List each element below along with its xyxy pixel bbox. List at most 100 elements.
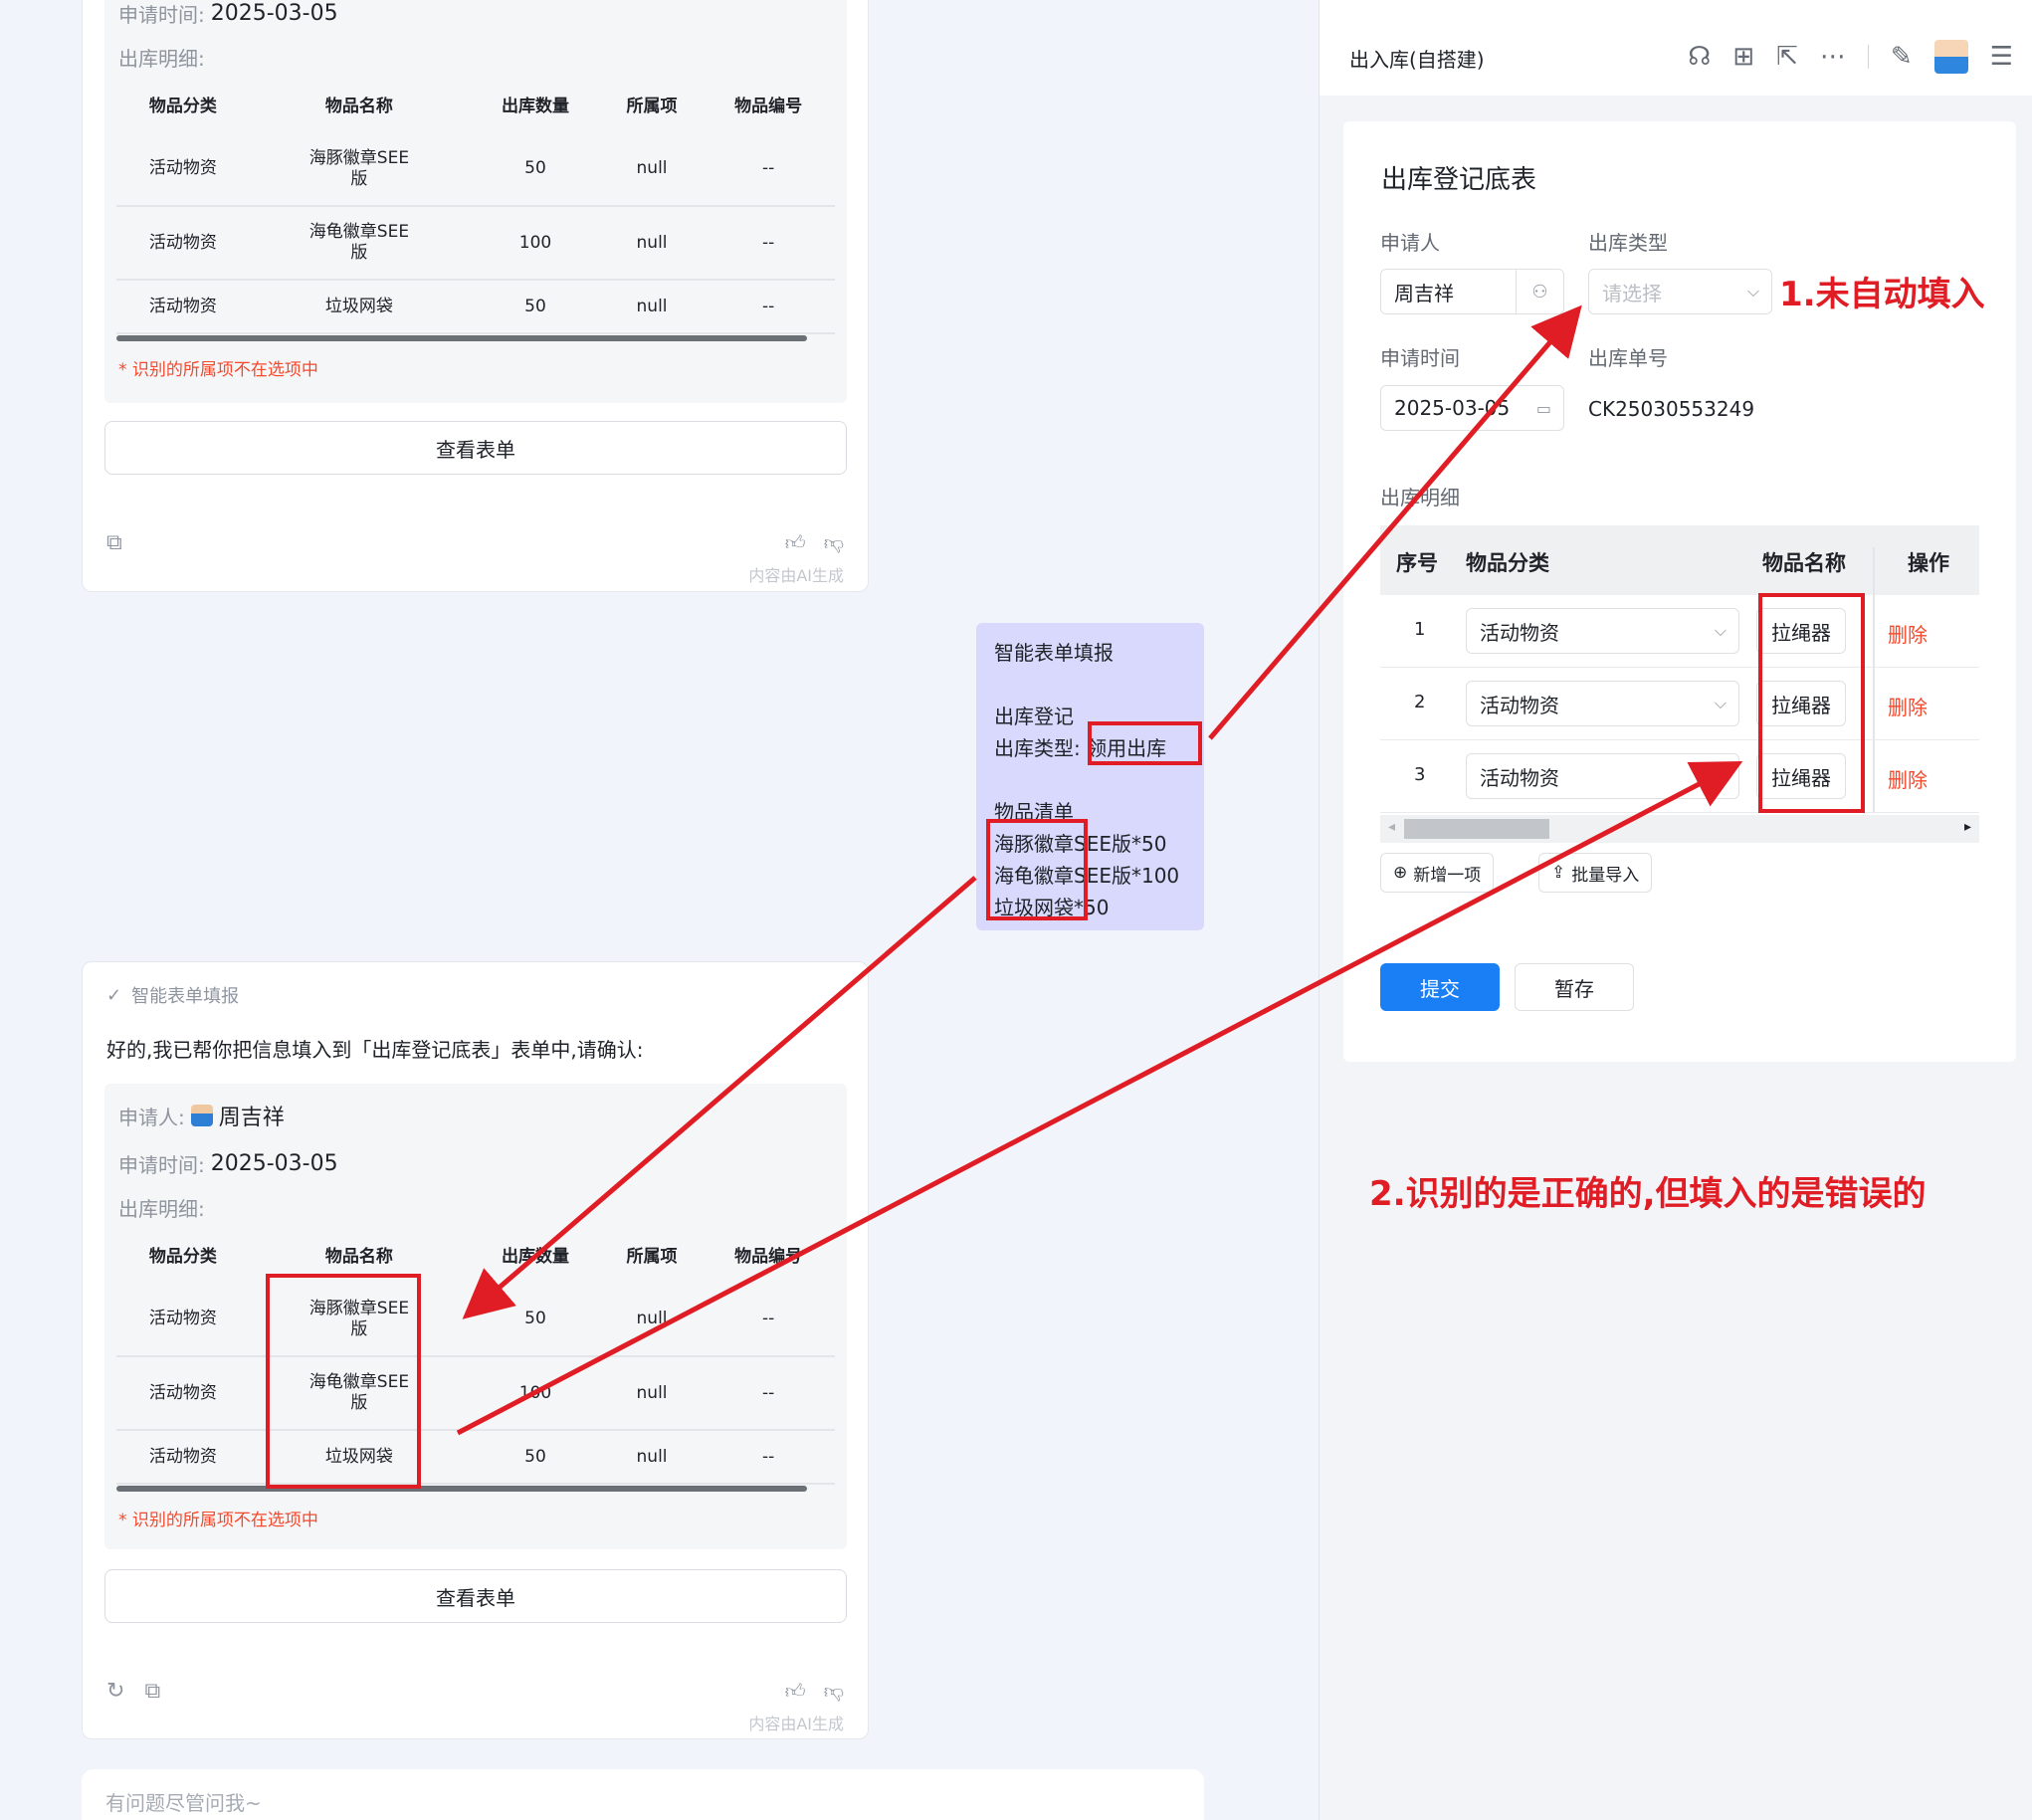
order-label: 出库单号 — [1588, 346, 1668, 370]
column-header: 出库数量 — [501, 1246, 569, 1267]
table-scrollbar[interactable] — [116, 1486, 807, 1492]
column-header: 物品编号 — [734, 1246, 803, 1267]
chat-area: 申请时间: 2025-03-05 出库明细: 物品分类 物品名称 出库数量 所属… — [0, 0, 1319, 1820]
form-title: 出库登记底表 — [1381, 165, 1537, 195]
table-row: 活动物资 垃圾网袋 50 null -- — [116, 1430, 835, 1485]
annotation-note-1: 1.未自动填入 — [1779, 275, 1985, 314]
ai-generated-note: 内容由AI生成 — [748, 566, 844, 585]
scroll-left-icon[interactable]: ◂ — [1388, 819, 1395, 835]
save-draft-button[interactable]: 暂存 — [1515, 963, 1634, 1011]
grid-scrollbar[interactable]: ◂ ▸ — [1380, 815, 1979, 843]
apps-icon[interactable]: ⊞ — [1732, 42, 1754, 72]
chat-input[interactable] — [105, 1791, 1101, 1815]
table-cell: 活动物资 — [116, 1283, 250, 1357]
apply-time-label: 申请时间: — [118, 3, 205, 27]
column-header: 物品名称 — [324, 96, 393, 116]
column-header: 所属项 — [626, 96, 678, 116]
table-cell: 海豚徽章SEE版 — [249, 132, 470, 207]
applicant-label: 申请人: — [118, 1105, 185, 1129]
table-cell: null — [601, 132, 703, 207]
detail-label: 出库明细: — [118, 1197, 205, 1221]
form-summary-box: 申请人: 周吉祥 申请时间: 2025-03-05 出库明细: 物品分类 物品名… — [104, 1084, 847, 1549]
table-row: 活动物资 海豚徽章SEE版 50 null -- — [116, 1283, 835, 1357]
detail-table: 物品分类 物品名称 出库数量 所属项 物品编号 活动物资 海豚徽章SEE版 50… — [116, 75, 835, 334]
row-index: 1 — [1414, 619, 1426, 640]
column-header: 所属项 — [626, 1246, 678, 1267]
copy-icon[interactable]: ⧉ — [144, 1679, 160, 1704]
ai-message-text: 好的,我已帮你把信息填入到「出库登记底表」表单中,请确认: — [106, 1038, 644, 1062]
user-picker-icon[interactable]: ⚇ — [1516, 270, 1563, 313]
applicant-value: 周吉祥 — [218, 1106, 285, 1130]
menu-icon[interactable]: ☰ — [1990, 42, 2013, 72]
date-field[interactable]: 2025-03-05 ▭ — [1380, 385, 1564, 431]
thumbs-up-icon[interactable]: 👍︎ — [785, 530, 806, 555]
scroll-right-icon[interactable]: ▸ — [1964, 819, 1971, 835]
more-icon[interactable]: ⋯ — [1820, 42, 1846, 72]
form-edit-icon[interactable]: ✎ — [1891, 42, 1913, 72]
view-form-button[interactable]: 查看表单 — [104, 421, 847, 475]
delete-row-link[interactable]: 删除 — [1888, 619, 1928, 648]
chevron-down-icon: ⌵ — [1714, 694, 1727, 712]
table-cell: -- — [702, 132, 835, 207]
table-cell: 50 — [469, 132, 602, 207]
table-cell: 垃圾网袋 — [249, 280, 470, 334]
applicant-label: 申请人 — [1380, 231, 1440, 255]
ai-generated-note: 内容由AI生成 — [748, 1715, 844, 1733]
table-cell: -- — [702, 206, 835, 281]
table-cell: 活动物资 — [116, 280, 250, 334]
apply-time-value: 2025-03-05 — [210, 1151, 338, 1176]
thumbs-up-icon[interactable]: 👍︎ — [785, 1679, 806, 1704]
divider — [1867, 45, 1869, 69]
add-item-button[interactable]: ⊕ 新增一项 — [1380, 853, 1495, 893]
plus-circle-icon: ⊕ — [1393, 863, 1408, 883]
scroll-thumb[interactable] — [1404, 819, 1549, 839]
table-row: 活动物资 海龟徽章SEE版 100 null -- — [116, 206, 835, 281]
upload-icon: ⇪ — [1551, 863, 1566, 883]
applicant-field[interactable]: 周吉祥 ⚇ — [1380, 269, 1564, 314]
delete-row-link[interactable]: 删除 — [1888, 692, 1928, 720]
column-header: 物品分类 — [1466, 551, 1549, 575]
feedback-actions: 👍︎ 👎︎ — [785, 1679, 844, 1704]
grid-row: 1 活动物资 ⌵ 拉绳器 删除 — [1380, 595, 1979, 668]
table-cell: 100 — [469, 1356, 602, 1431]
warning-text: * 识别的所属项不在选项中 — [118, 360, 318, 380]
table-cell: null — [601, 1356, 703, 1431]
apply-time-value: 2025-03-05 — [210, 1, 338, 26]
chevron-down-icon: ⌵ — [1714, 621, 1727, 640]
type-placeholder: 请选择 — [1602, 281, 1662, 305]
batch-import-button[interactable]: ⇪ 批量导入 — [1538, 853, 1653, 893]
date-value: 2025-03-05 — [1394, 396, 1511, 420]
chat-input-box — [82, 1769, 1204, 1820]
headset-icon[interactable]: ☊ — [1688, 42, 1711, 72]
table-cell: null — [601, 280, 703, 334]
copy-icon[interactable]: ⧉ — [106, 530, 122, 555]
applicant-row: 申请人: 周吉祥 — [118, 1100, 285, 1131]
submit-button[interactable]: 提交 — [1380, 963, 1500, 1011]
delete-row-link[interactable]: 删除 — [1888, 764, 1928, 793]
annotation-box-type — [1088, 721, 1202, 765]
ai-response-card: ✓ 智能表单填报 好的,我已帮你把信息填入到「出库登记底表」表单中,请确认: 申… — [82, 961, 869, 1739]
type-select[interactable]: 请选择 ⌵ — [1588, 269, 1772, 314]
detail-grid: 序号 物品分类 物品名称 操作 1 活动物资 ⌵ 拉绳器 删除 2 活动物资 ⌵ 拉… — [1380, 525, 1979, 843]
table-scrollbar[interactable] — [116, 335, 807, 341]
category-select[interactable]: 活动物资 ⌵ — [1466, 681, 1739, 726]
apply-time-row: 申请时间: 2025-03-05 — [118, 1149, 338, 1178]
apply-time-row: 申请时间: 2025-03-05 — [118, 0, 338, 28]
apply-time-label: 申请时间: — [118, 1153, 205, 1177]
thumbs-down-icon[interactable]: 👎︎ — [824, 1679, 844, 1704]
annotation-box-names — [266, 1274, 421, 1489]
column-divider — [1873, 740, 1875, 812]
category-select[interactable]: 活动物资 — [1466, 753, 1739, 799]
column-divider — [1873, 595, 1875, 667]
avatar — [190, 1105, 213, 1126]
view-form-button[interactable]: 查看表单 — [104, 1569, 847, 1623]
open-external-icon[interactable]: ⇱ — [1776, 42, 1798, 72]
category-select[interactable]: 活动物资 ⌵ — [1466, 608, 1739, 654]
table-cell: null — [601, 1283, 703, 1357]
column-header: 出库数量 — [501, 96, 569, 116]
table-cell: 活动物资 — [116, 1356, 250, 1431]
thumbs-down-icon[interactable]: 👎︎ — [824, 530, 844, 555]
annotation-box-filled-names — [1758, 593, 1865, 813]
avatar[interactable] — [1933, 40, 1968, 74]
refresh-icon[interactable]: ↻ — [106, 1679, 124, 1704]
